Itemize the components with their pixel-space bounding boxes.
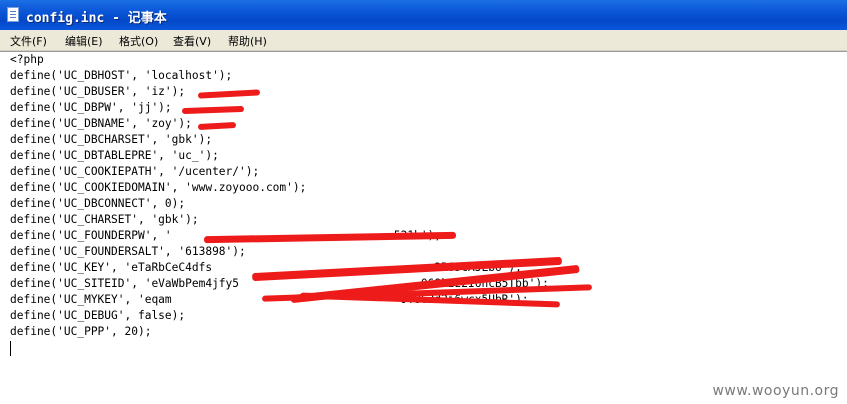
redaction-mark [197, 89, 261, 99]
menu-format[interactable]: 格式(O) [119, 33, 158, 49]
text-editor[interactable]: <?php define('UC_DBHOST', 'localhost'); … [0, 51, 847, 404]
code-line: define('UC_DBCHARSET', 'gbk'); [10, 133, 213, 146]
menu-help[interactable]: 帮助(H) [228, 33, 267, 49]
code-line: define('UC_COOKIEPATH', '/ucenter/'); [10, 165, 260, 178]
menu-view[interactable]: 查看(V) [173, 33, 211, 49]
code-line: define('UC_DBPW', 'jj'); [10, 101, 172, 114]
code-line: define('UC_DBHOST', 'localhost'); [10, 69, 233, 82]
code-line: define('UC_DBUSER', 'iz'); [10, 85, 186, 98]
code-line: define('UC_PPP', 20); [10, 325, 152, 338]
text-cursor [10, 341, 11, 356]
window-title: config.inc - 记事本 [26, 11, 167, 26]
code-line: define('UC_DBCONNECT', 0); [10, 197, 186, 210]
menu-edit[interactable]: 编辑(E) [65, 33, 103, 49]
code-line: define('UC_DBTABLEPRE', 'uc_'); [10, 149, 219, 162]
watermark: www.wooyun.org [712, 383, 839, 399]
code-line: <?php [10, 53, 44, 66]
code-line: define('UC_COOKIEDOMAIN', 'www.zoyooo.co… [10, 181, 307, 194]
menu-bar: 文件(F) 编辑(E) 格式(O) 查看(V) 帮助(H) [0, 30, 847, 51]
code-line: define('UC_FOUNDERSALT', '613898'); [10, 245, 246, 258]
code-line: define('UC_DBNAME', 'zoy'); [10, 117, 192, 130]
menu-file[interactable]: 文件(F) [10, 33, 47, 49]
code-line: define('UC_DEBUG', false); [10, 309, 186, 322]
title-bar[interactable]: config.inc - 记事本 [0, 0, 847, 30]
notepad-icon[interactable] [7, 7, 19, 22]
redaction-mark [181, 105, 245, 115]
redaction-mark [197, 122, 237, 130]
code-line: define('UC_CHARSET', 'gbk'); [10, 213, 199, 226]
